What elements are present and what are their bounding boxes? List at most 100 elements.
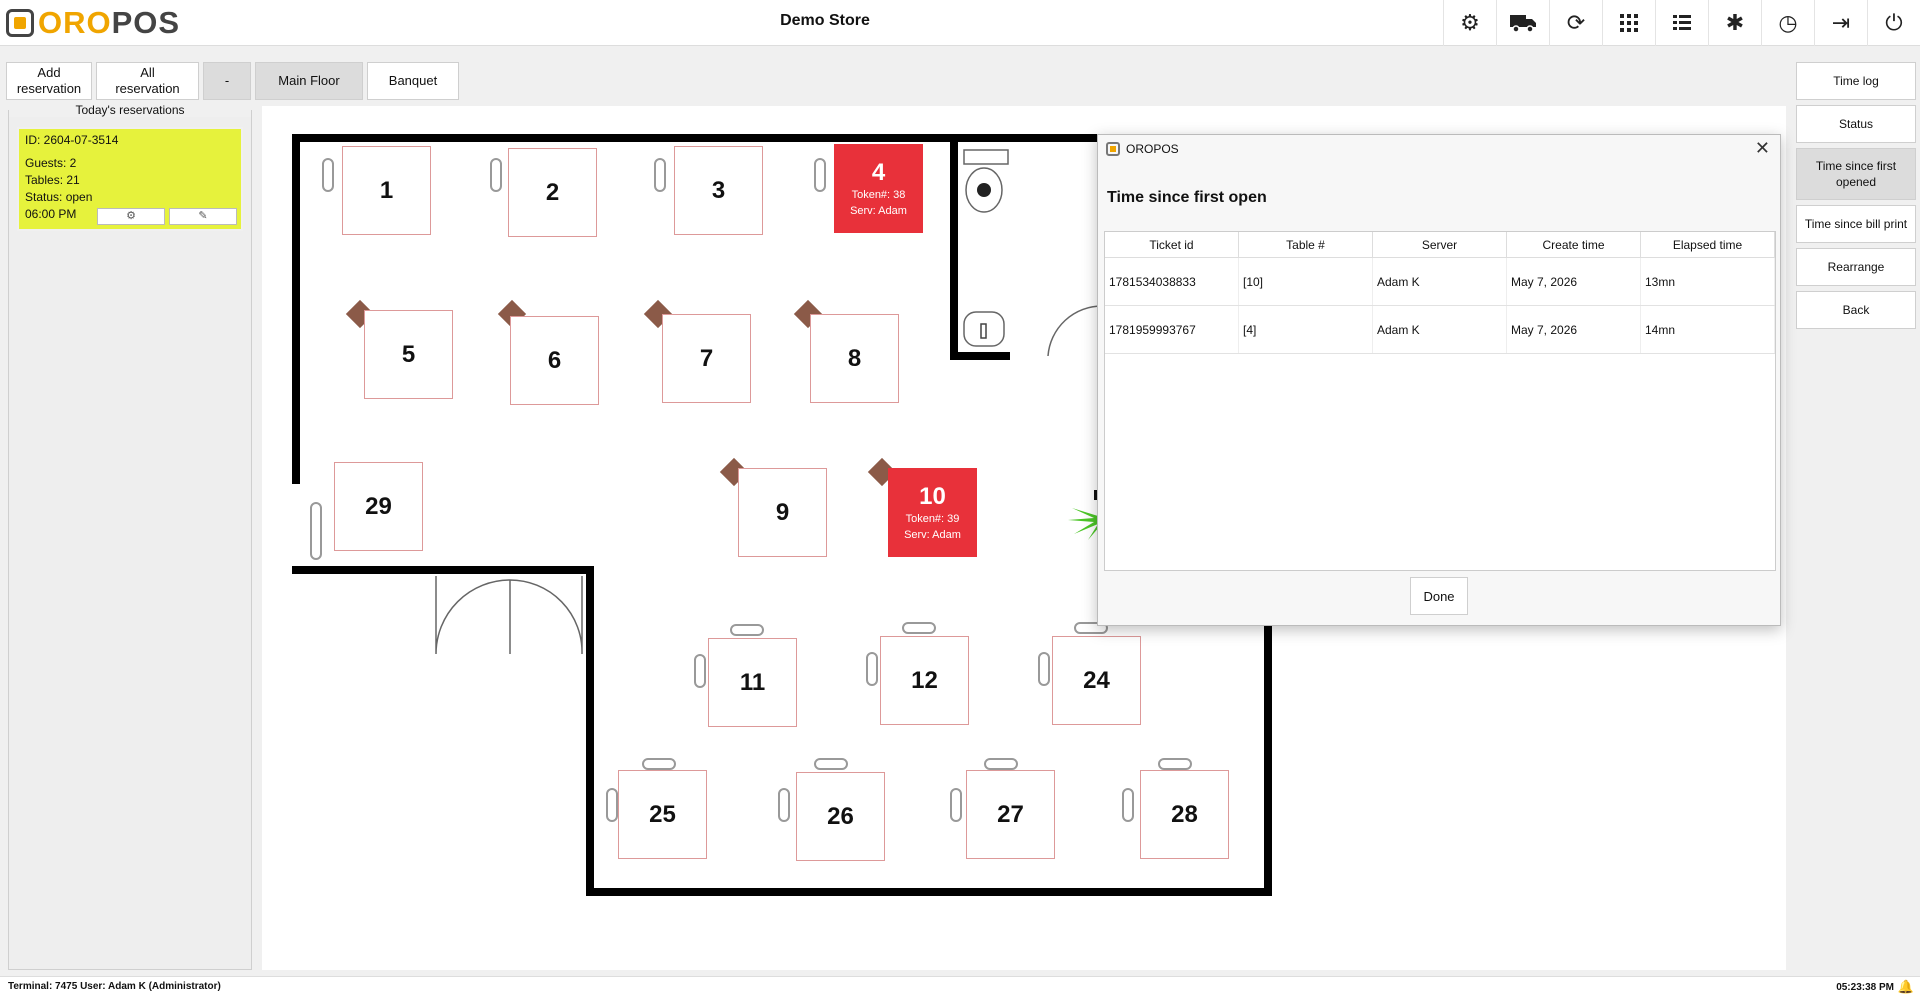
ticket-id-cell: 1781959993767 <box>1105 306 1239 353</box>
chair <box>1158 758 1192 770</box>
table[interactable]: 27 <box>966 770 1055 859</box>
table-number: 25 <box>649 800 676 828</box>
server-cell: Adam K <box>1373 258 1507 305</box>
time-since-bill-print-button[interactable]: Time since bill print <box>1796 205 1916 243</box>
sink-icon <box>963 311 1005 347</box>
gear-icon[interactable]: ⚙ <box>1443 0 1496 46</box>
clock-history-icon[interactable]: ◷ <box>1761 0 1814 46</box>
reservation-status: Status: open <box>25 190 93 204</box>
elapsed-time-cell: 13mn <box>1641 258 1775 305</box>
table-occupied[interactable]: 4 Token#: 38 Serv: Adam <box>834 144 923 233</box>
table-occupied[interactable]: 10 Token#: 39 Serv: Adam <box>888 468 977 557</box>
wall <box>292 566 300 574</box>
chair <box>694 654 706 688</box>
chair <box>310 502 322 560</box>
dialog-heading: Time since first open <box>1107 189 1267 206</box>
table-number: 1 <box>379 176 394 204</box>
wall <box>292 566 594 574</box>
chair <box>814 158 826 192</box>
table[interactable]: 12 <box>880 636 969 725</box>
chair <box>902 622 936 634</box>
door-icon <box>1047 305 1103 357</box>
table[interactable]: 2 <box>508 148 597 237</box>
table[interactable]: 26 <box>796 772 885 861</box>
table[interactable]: 28 <box>1140 770 1229 859</box>
column-header[interactable]: Server <box>1373 232 1507 257</box>
delivery-truck-icon[interactable] <box>1496 0 1549 46</box>
done-button[interactable]: Done <box>1410 577 1468 615</box>
table-server: Serv: Adam <box>850 204 907 217</box>
table[interactable]: 5 <box>364 310 453 399</box>
reservation-time: 06:00 PM <box>25 207 77 221</box>
close-icon[interactable]: ✕ <box>1755 138 1770 159</box>
logo-mark-icon <box>6 9 34 37</box>
table-row[interactable]: 1781959993767 [4] Adam K May 7, 2026 14m… <box>1105 306 1775 354</box>
collapse-button[interactable]: - <box>203 62 251 100</box>
table[interactable]: 29 <box>334 462 423 551</box>
table[interactable]: 7 <box>662 314 751 403</box>
server-cell: Adam K <box>1373 306 1507 353</box>
reservation-card[interactable]: ID: 2604-07-3514 Guests: 2 Tables: 21 St… <box>17 127 243 231</box>
time-log-button[interactable]: Time log <box>1796 62 1916 100</box>
power-icon[interactable]: ⏻ <box>1867 0 1920 46</box>
column-header[interactable]: Ticket id <box>1105 232 1239 257</box>
column-header[interactable]: Table # <box>1239 232 1373 257</box>
wall <box>950 134 958 360</box>
reservation-tables: Tables: 21 <box>25 173 80 187</box>
back-button[interactable]: Back <box>1796 291 1916 329</box>
time-since-first-opened-button[interactable]: Time since first opened <box>1796 148 1916 200</box>
grid-icon[interactable] <box>1602 0 1655 46</box>
table-number: 8 <box>847 344 862 372</box>
logo-oro: ORO <box>38 5 112 40</box>
table[interactable]: 6 <box>510 316 599 405</box>
table-row[interactable]: 1781534038833 [10] Adam K May 7, 2026 13… <box>1105 258 1775 306</box>
door-icon <box>435 576 583 655</box>
tab-banquet[interactable]: Banquet <box>367 62 459 100</box>
reservation-guests: Guests: 2 <box>25 156 77 170</box>
table-number-cell: [4] <box>1239 306 1373 353</box>
app-header: OROPOS Demo Store ⚙ ⟳ ✱ ◷ ⇥ ⏻ <box>0 0 1920 46</box>
all-reservation-button[interactable]: All reservation <box>96 62 199 100</box>
time-since-first-open-dialog: OROPOS ✕ Time since first open Ticket id… <box>1097 134 1781 626</box>
rearrange-button[interactable]: Rearrange <box>1796 248 1916 286</box>
reservation-edit-button[interactable]: ✎ <box>169 208 237 225</box>
column-header[interactable]: Elapsed time <box>1641 232 1775 257</box>
table-number: 7 <box>699 344 714 372</box>
reservation-settings-button[interactable]: ⚙ <box>97 208 165 225</box>
tab-main-floor[interactable]: Main Floor <box>255 62 363 100</box>
chair <box>322 158 334 192</box>
add-reservation-button[interactable]: Add reservation <box>6 62 92 100</box>
reservation-id: ID: 2604-07-3514 <box>25 133 119 147</box>
table[interactable]: 25 <box>618 770 707 859</box>
table-token: Token#: 39 <box>905 512 960 525</box>
logout-icon[interactable]: ⇥ <box>1814 0 1867 46</box>
table-number: 11 <box>739 668 766 696</box>
table[interactable]: 11 <box>708 638 797 727</box>
list-icon[interactable] <box>1655 0 1708 46</box>
table[interactable]: 1 <box>342 146 431 235</box>
table-number: 6 <box>547 346 562 374</box>
reservations-title: Today's reservations <box>9 103 251 117</box>
column-header[interactable]: Create time <box>1507 232 1641 257</box>
store-title: Demo Store <box>780 12 870 29</box>
toilet-icon <box>963 149 1009 213</box>
status-button[interactable]: Status <box>1796 105 1916 143</box>
table[interactable]: 24 <box>1052 636 1141 725</box>
tickets-table: Ticket id Table # Server Create time Ela… <box>1104 231 1776 571</box>
chair <box>490 158 502 192</box>
chair <box>642 758 676 770</box>
wall <box>292 134 300 484</box>
chair <box>730 624 764 636</box>
table[interactable]: 9 <box>738 468 827 557</box>
chair <box>1122 788 1134 822</box>
right-action-panel: Time log Status Time since first opened … <box>1796 62 1916 329</box>
wall <box>1264 626 1272 896</box>
tools-icon[interactable]: ✱ <box>1708 0 1761 46</box>
floor-toolbar: Add reservation All reservation - Main F… <box>6 62 459 100</box>
reservations-panel: Today's reservations ID: 2604-07-3514 Gu… <box>8 103 252 970</box>
bell-icon[interactable]: 🔔 <box>1898 979 1914 995</box>
dialog-titlebar: OROPOS <box>1098 135 1780 163</box>
refresh-icon[interactable]: ⟳ <box>1549 0 1602 46</box>
table[interactable]: 3 <box>674 146 763 235</box>
table[interactable]: 8 <box>810 314 899 403</box>
